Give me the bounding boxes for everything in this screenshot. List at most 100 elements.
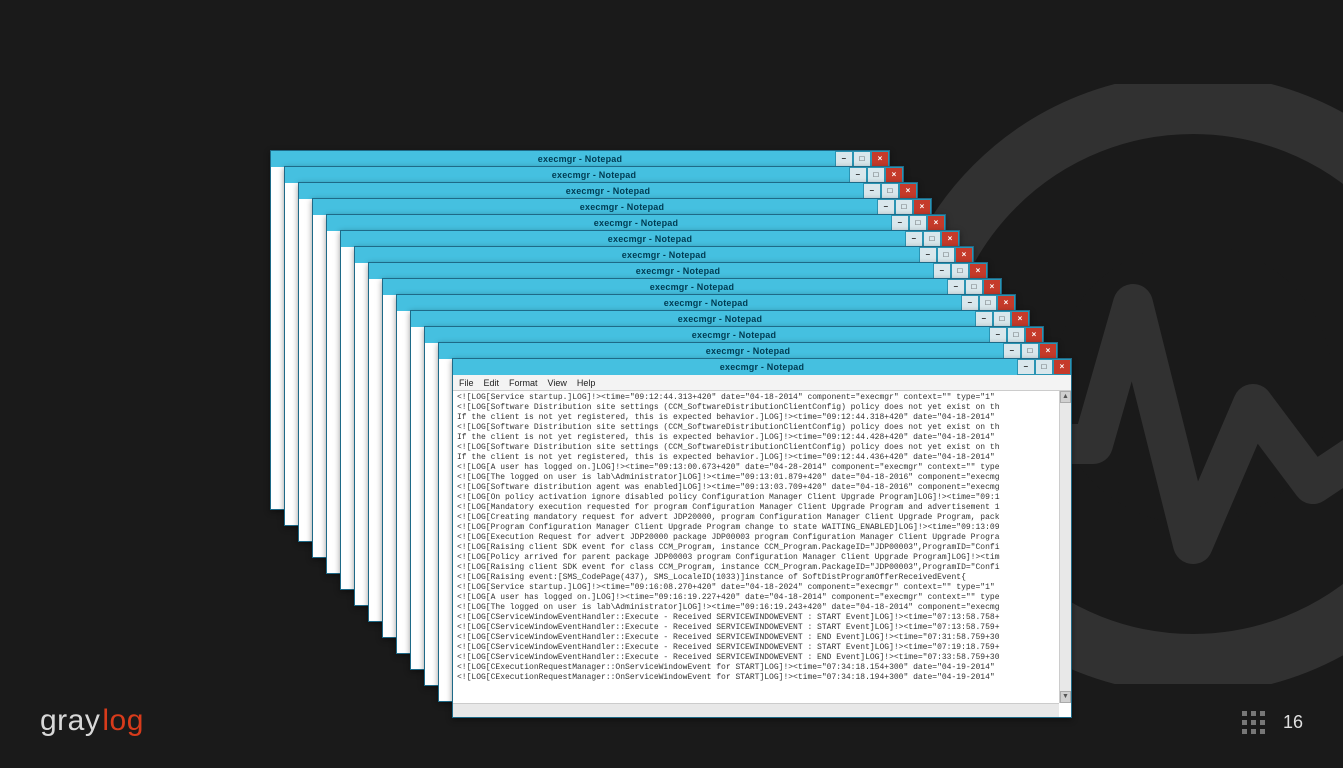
log-line: <![LOG[CExecutionRequestManager::OnServi… [457,673,1067,683]
maximize-button[interactable]: □ [909,215,927,231]
log-line: <![LOG[A user has logged on.]LOG]!><time… [457,463,1067,473]
window-title: execmgr - Notepad [608,234,692,244]
maximize-button[interactable]: □ [881,183,899,199]
log-line: <![LOG[Service startup.]LOG]!><time="09:… [457,393,1067,403]
close-button[interactable]: × [1039,343,1057,359]
menu-item-edit[interactable]: Edit [484,378,500,388]
minimize-button[interactable]: – [1003,343,1021,359]
maximize-button[interactable]: □ [951,263,969,279]
minimize-button[interactable]: – [919,247,937,263]
log-line: <![LOG[Policy arrived for parent package… [457,553,1067,563]
maximize-button[interactable]: □ [979,295,997,311]
log-line: <![LOG[CServiceWindowEventHandler::Execu… [457,623,1067,633]
minimize-button[interactable]: – [835,151,853,167]
log-line: <![LOG[Software Distribution site settin… [457,403,1067,413]
grid-icon [1242,711,1265,734]
vertical-scrollbar[interactable]: ▲▼ [1059,391,1071,703]
minimize-button[interactable]: – [975,311,993,327]
titlebar[interactable]: execmgr - Notepad–□× [313,199,931,215]
window-title: execmgr - Notepad [636,266,720,276]
page-number: 16 [1242,711,1303,734]
log-line: If the client is not yet registered, thi… [457,453,1067,463]
close-button[interactable]: × [871,151,889,167]
menu-item-format[interactable]: Format [509,378,538,388]
window-title: execmgr - Notepad [566,186,650,196]
close-button[interactable]: × [885,167,903,183]
titlebar[interactable]: execmgr - Notepad –□× [425,327,1043,343]
close-button[interactable]: × [927,215,945,231]
maximize-button[interactable]: □ [867,167,885,183]
log-line: <![LOG[Raising event:[SMS_CodePage(437),… [457,573,1067,583]
titlebar[interactable]: execmgr - Notepad –□× [369,263,987,279]
minimize-button[interactable]: – [877,199,895,215]
maximize-button[interactable]: □ [937,247,955,263]
log-line: If the client is not yet registered, thi… [457,413,1067,423]
log-line: <![LOG[Software Distribution site settin… [457,443,1067,453]
titlebar[interactable]: execmgr - Notepad –□× [355,247,973,263]
window-title: execmgr - Notepad [622,250,706,260]
log-line: <![LOG[A user has logged on.]LOG]!><time… [457,593,1067,603]
titlebar[interactable]: execmgr - Notepad –□× [411,311,1029,327]
close-button[interactable]: × [1053,359,1071,375]
close-button[interactable]: × [941,231,959,247]
close-button[interactable]: × [983,279,1001,295]
minimize-button[interactable]: – [891,215,909,231]
log-line: <![LOG[The logged on user is lab\Adminis… [457,473,1067,483]
window-title: execmgr - Notepad [692,330,776,340]
log-line: <![LOG[Raising client SDK event for clas… [457,563,1067,573]
maximize-button[interactable]: □ [993,311,1011,327]
close-button[interactable]: × [899,183,917,199]
titlebar[interactable]: execmgr - Notepad –□× [285,167,903,183]
close-button[interactable]: × [1011,311,1029,327]
titlebar[interactable]: execmgr - Notepad –□× [327,215,945,231]
maximize-button[interactable]: □ [1021,343,1039,359]
log-line: <![LOG[The logged on user is lab\Adminis… [457,603,1067,613]
window-title: execmgr - Notepad [720,362,804,372]
window-title: execmgr - Notepad [650,282,734,292]
close-button[interactable]: × [1025,327,1043,343]
window-title: execmgr - Notepad [594,218,678,228]
log-line: <![LOG[Creating mandatory request for ad… [457,513,1067,523]
maximize-button[interactable]: □ [895,199,913,215]
titlebar[interactable]: execmgr - Notepad –□× [341,231,959,247]
minimize-button[interactable]: – [863,183,881,199]
menu-item-view[interactable]: View [548,378,567,388]
close-button[interactable]: × [997,295,1015,311]
minimize-button[interactable]: – [1017,359,1035,375]
window-title: execmgr - Notepad [552,170,636,180]
menu-item-file[interactable]: File [459,378,474,388]
notepad-window-front: execmgr - Notepad –□× File Edit Format View He… [452,358,1072,718]
log-line: <![LOG[CServiceWindowEventHandler::Execu… [457,653,1067,663]
window-title: execmgr - Notepad [678,314,762,324]
minimize-button[interactable]: – [961,295,979,311]
maximize-button[interactable]: □ [965,279,983,295]
titlebar[interactable]: execmgr - Notepad–□× [271,151,889,167]
titlebar[interactable]: execmgr - Notepad –□× [453,359,1071,375]
close-button[interactable]: × [955,247,973,263]
minimize-button[interactable]: – [905,231,923,247]
minimize-button[interactable]: – [989,327,1007,343]
maximize-button[interactable]: □ [923,231,941,247]
log-line: <![LOG[CServiceWindowEventHandler::Execu… [457,633,1067,643]
window-title: execmgr - Notepad [664,298,748,308]
titlebar[interactable]: execmgr - Notepad –□× [383,279,1001,295]
log-line: <![LOG[CServiceWindowEventHandler::Execu… [457,613,1067,623]
horizontal-scrollbar[interactable] [453,703,1059,717]
maximize-button[interactable]: □ [1007,327,1025,343]
maximize-button[interactable]: □ [1035,359,1053,375]
log-line: <![LOG[CExecutionRequestManager::OnServi… [457,663,1067,673]
titlebar[interactable]: execmgr - Notepad–□× [439,343,1057,359]
menubar: File Edit Format View Help [453,375,1071,391]
minimize-button[interactable]: – [947,279,965,295]
notepad-cascade: execmgr - Notepad–□×execmgr - Notepad–□×… [270,150,1070,710]
minimize-button[interactable]: – [849,167,867,183]
maximize-button[interactable]: □ [853,151,871,167]
minimize-button[interactable]: – [933,263,951,279]
titlebar[interactable]: execmgr - Notepad –□× [397,295,1015,311]
brand-logo: graylog [40,704,144,738]
log-text-area[interactable]: <![LOG[Service startup.]LOG]!><time="09:… [453,391,1071,717]
titlebar[interactable]: execmgr - Notepad –□× [299,183,917,199]
close-button[interactable]: × [969,263,987,279]
close-button[interactable]: × [913,199,931,215]
menu-item-help[interactable]: Help [577,378,596,388]
